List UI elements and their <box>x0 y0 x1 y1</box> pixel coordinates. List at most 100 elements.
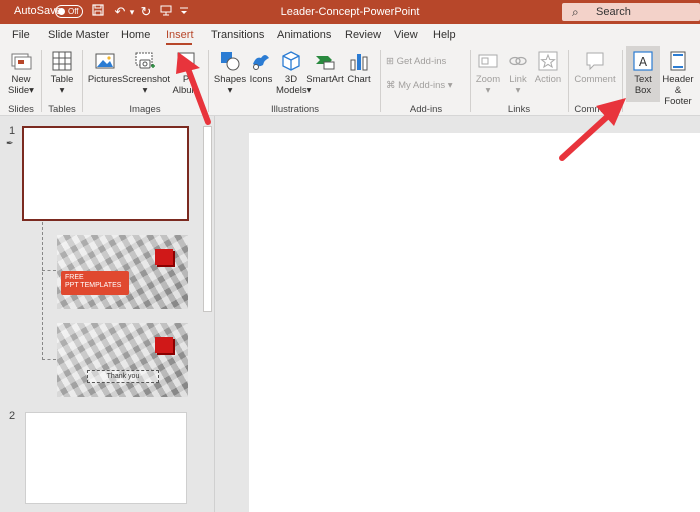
header-footer-icon <box>670 51 686 71</box>
link-label: Link <box>509 74 527 85</box>
screenshot-dropdown-icon: ▾ <box>142 85 148 96</box>
separator <box>41 50 42 112</box>
my-addins-label: My Add-ins <box>398 80 446 91</box>
header-footer-label-2: & Footer <box>664 85 692 107</box>
tab-transitions[interactable]: Transitions <box>211 29 264 41</box>
layout-connector-branch <box>42 359 56 360</box>
pictures-icon <box>95 53 115 69</box>
search-icon: ⌕ <box>572 5 579 19</box>
slide-canvas[interactable] <box>249 133 700 512</box>
thumbnails-scroll-thumb[interactable] <box>203 126 212 312</box>
search-placeholder: Search <box>596 6 631 18</box>
action-star-icon <box>538 51 558 71</box>
link-button[interactable]: Link ▾ <box>504 50 532 96</box>
chart-button[interactable]: Chart <box>344 50 374 85</box>
search-box[interactable]: ⌕ Search <box>562 3 700 21</box>
zoom-button[interactable]: Zoom ▾ <box>474 50 502 96</box>
shapes-icon <box>221 52 240 71</box>
comment-label: Comment <box>574 74 616 85</box>
zoom-label: Zoom <box>475 74 501 85</box>
shapes-dropdown-icon: ▾ <box>227 85 233 96</box>
zoom-icon <box>478 54 498 68</box>
annotation-arrow-text-box <box>559 98 626 161</box>
red-cube-image <box>155 249 173 265</box>
slide-number-1: 1 <box>9 125 16 137</box>
tab-slide-master[interactable]: Slide Master <box>48 29 109 41</box>
group-label-links: Links <box>507 104 531 115</box>
tab-animations[interactable]: Animations <box>277 29 331 41</box>
icons-button[interactable]: Icons <box>248 50 274 85</box>
smartart-icon <box>316 56 335 70</box>
slide-master-2-thumbnail[interactable] <box>25 412 187 504</box>
tab-help[interactable]: Help <box>433 29 456 41</box>
tile-background <box>57 323 188 397</box>
group-label-slides: Slides <box>8 104 34 115</box>
title-banner: FREE PPT TEMPLATES <box>61 271 129 295</box>
annotation-arrow-insert <box>176 52 211 125</box>
3d-models-label-2: Models <box>276 85 307 96</box>
separator <box>82 50 83 112</box>
screenshot-button[interactable]: Screenshot ▾ <box>122 50 171 96</box>
svg-text:A: A <box>639 55 648 69</box>
thank-you-placeholder: Thank you <box>87 370 159 383</box>
action-button[interactable]: Action <box>533 50 563 85</box>
store-icon: ⊞ <box>386 56 394 67</box>
text-box-button[interactable]: A Text Box <box>627 50 659 96</box>
separator <box>470 50 471 112</box>
new-slide-dropdown-icon: ▾ <box>29 85 34 96</box>
screenshot-label: Screenshot <box>122 74 171 85</box>
my-addins-dropdown-icon: ▾ <box>447 80 453 91</box>
table-icon <box>52 51 72 71</box>
group-label-illustrations: Illustrations <box>270 104 320 115</box>
get-addins-button[interactable]: ⊞ Get Add-ins <box>386 56 446 67</box>
comment-button[interactable]: Comment <box>572 50 618 85</box>
banner-text-2: PPT TEMPLATES <box>65 282 122 289</box>
chart-icon <box>350 54 368 71</box>
title-bar: AutoSave Off ↶ ▾ ↻ Leader-Concept-PowerP… <box>0 0 700 24</box>
layout-connector <box>42 222 43 360</box>
tab-home[interactable]: Home <box>121 29 150 41</box>
separator <box>380 50 381 112</box>
pin-icon: ✒ <box>6 138 14 148</box>
text-box-icon: A <box>633 51 653 71</box>
new-slide-button[interactable]: New Slide▾ <box>4 50 38 96</box>
action-label: Action <box>534 74 562 85</box>
smartart-label: SmartArt <box>306 74 344 85</box>
screenshot-icon <box>135 52 155 69</box>
tab-review[interactable]: Review <box>345 29 381 41</box>
3d-models-dropdown-icon: ▾ <box>306 85 312 96</box>
my-addins-button[interactable]: ⌘ My Add-ins ▾ <box>386 80 453 91</box>
icons-icon <box>253 55 269 70</box>
group-label-tables: Tables <box>48 104 76 115</box>
3d-models-button[interactable]: 3D Models▾ <box>276 50 311 96</box>
smartart-button[interactable]: SmartArt <box>306 50 344 85</box>
get-addins-label: Get Add-ins <box>396 56 447 67</box>
table-label: Table <box>50 74 74 85</box>
header-footer-button[interactable]: Header & Footer <box>660 50 696 107</box>
table-dropdown-icon: ▾ <box>59 85 65 96</box>
table-button[interactable]: Table ▾ <box>46 50 78 96</box>
text-box-label-2: Box <box>634 85 652 96</box>
chart-label: Chart <box>347 74 371 85</box>
link-dropdown-icon: ▾ <box>515 85 521 96</box>
pictures-button[interactable]: Pictures <box>86 50 124 85</box>
link-icon <box>509 56 527 66</box>
layout-thumbnail-title[interactable]: FREE PPT TEMPLATES <box>57 235 188 309</box>
pictures-label: Pictures <box>87 74 123 85</box>
tab-view[interactable]: View <box>394 29 418 41</box>
icons-label: Icons <box>249 74 273 85</box>
group-label-addins: Add-ins <box>409 104 443 115</box>
my-addins-icon: ⌘ <box>386 80 396 91</box>
cube-3d-icon <box>282 51 300 71</box>
tab-file[interactable]: File <box>12 29 30 41</box>
banner-text-1: FREE <box>65 274 84 281</box>
3d-models-label-1: 3D <box>284 74 298 85</box>
comment-icon <box>586 52 604 71</box>
zoom-dropdown-icon: ▾ <box>485 85 491 96</box>
layout-thumbnail-closing[interactable]: Thank you <box>57 323 188 397</box>
slide-master-thumbnail[interactable] <box>22 126 189 221</box>
tab-insert[interactable]: Insert <box>166 29 194 41</box>
ribbon-tabs: File Slide Master Home Insert Transition… <box>0 24 700 46</box>
new-slide-icon <box>11 53 32 70</box>
red-cube-image <box>155 337 173 353</box>
